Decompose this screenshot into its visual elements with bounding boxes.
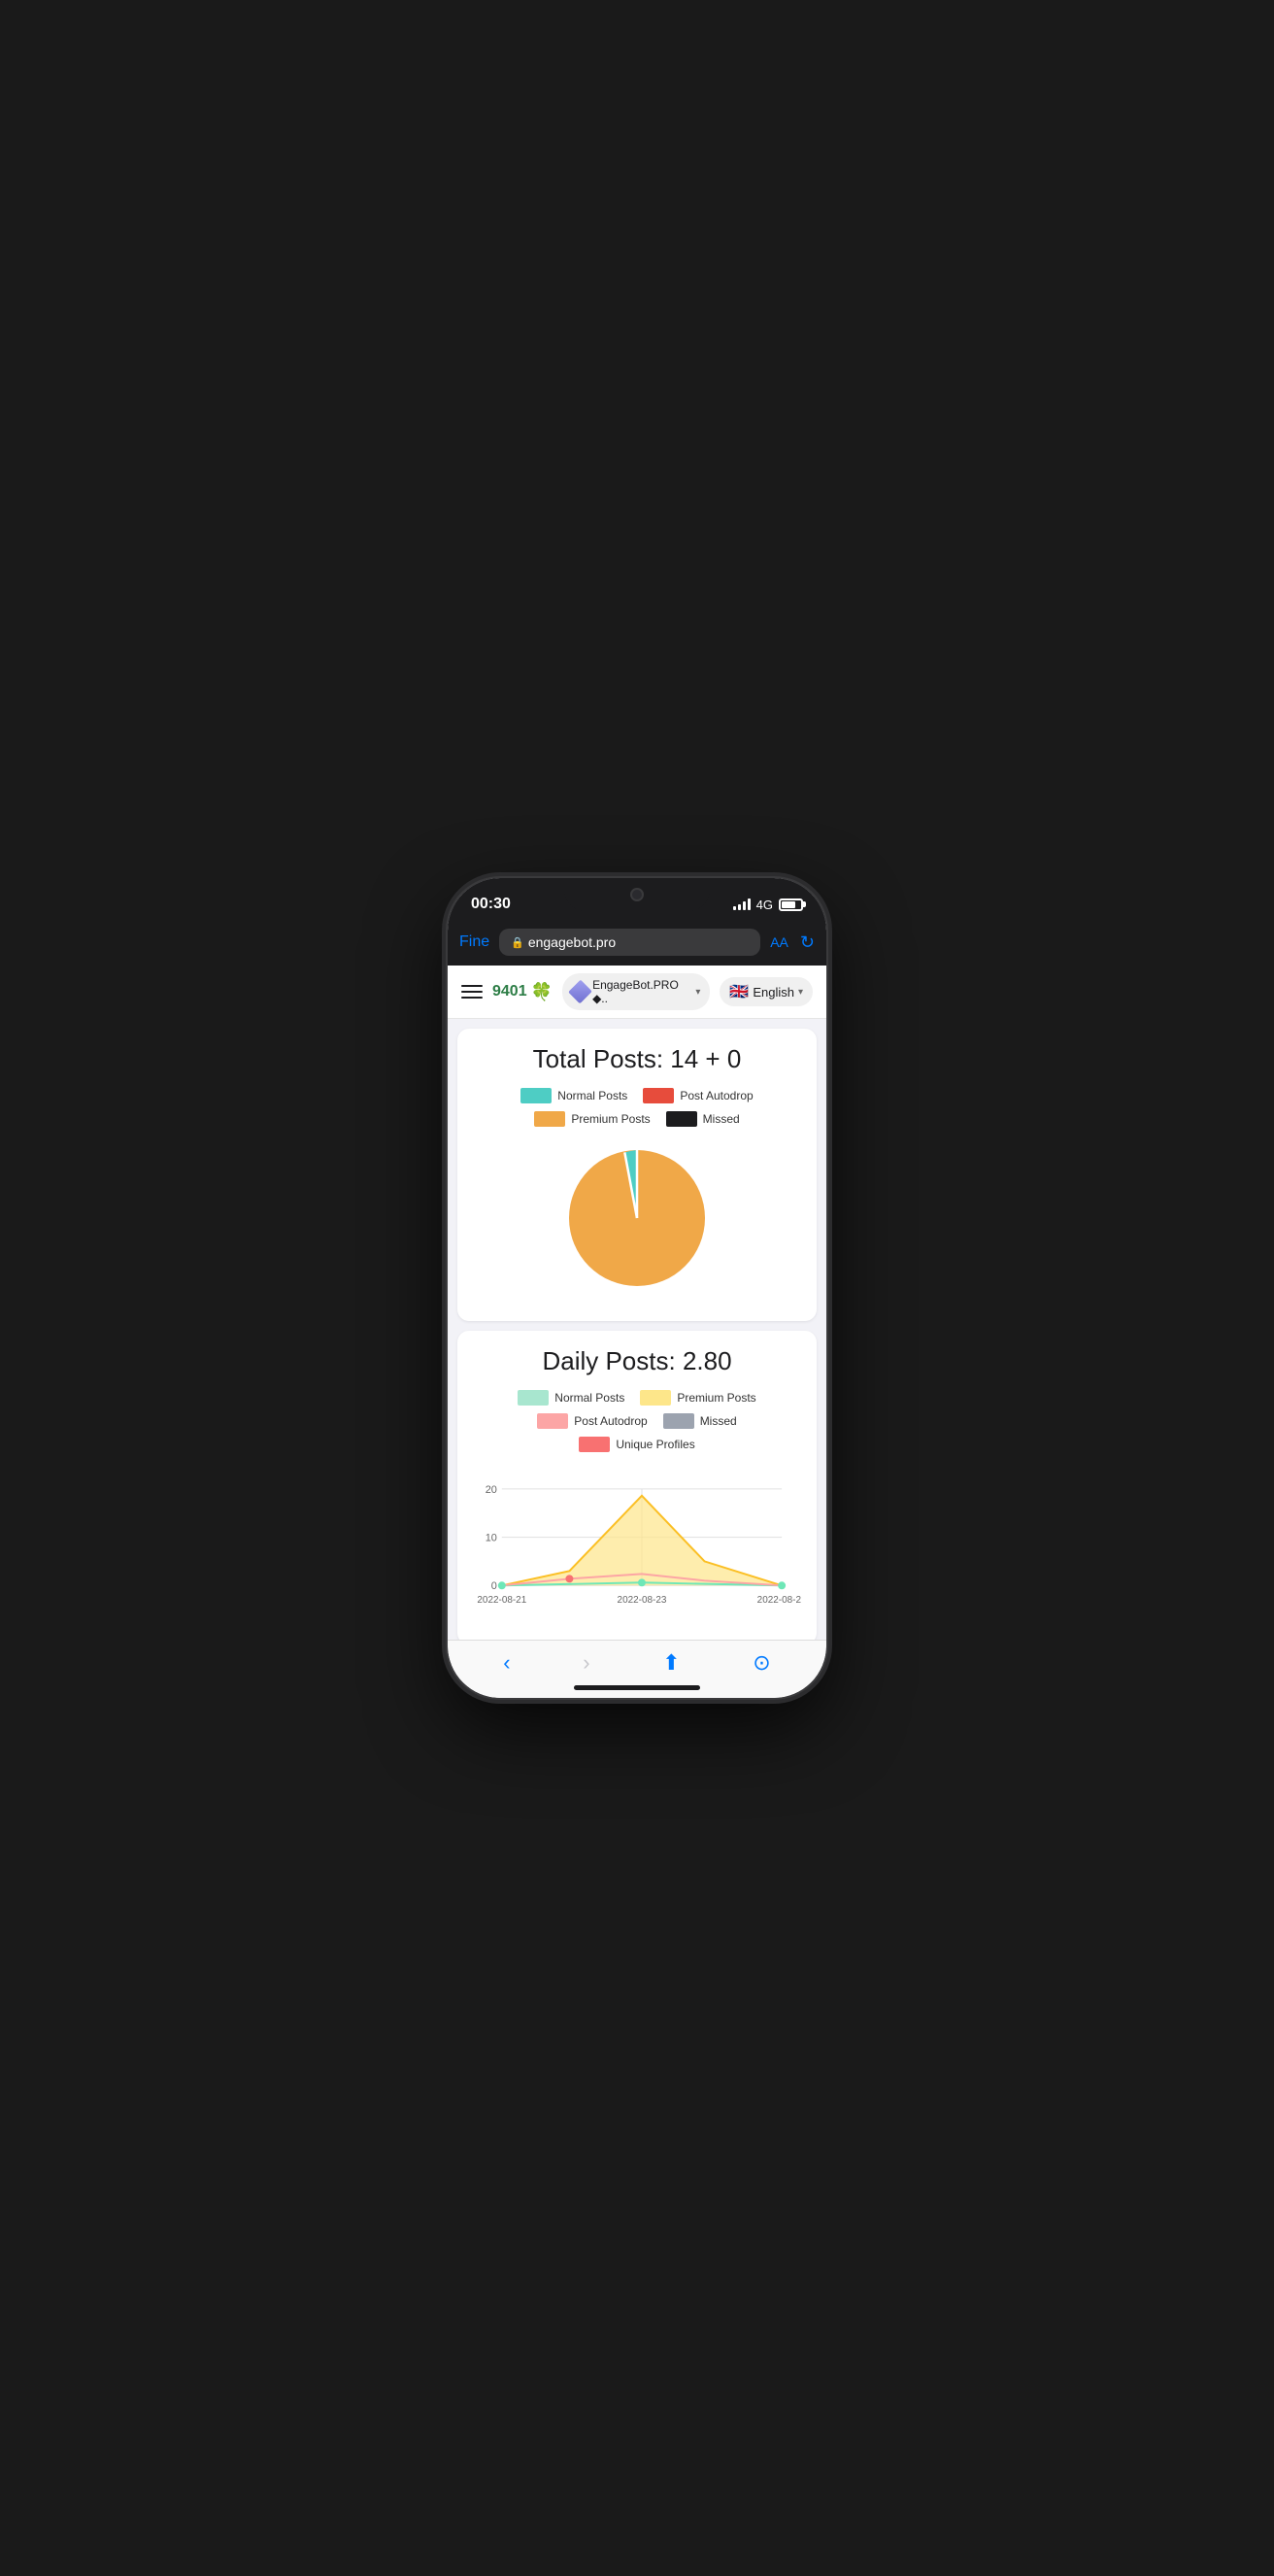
legend-normal-posts: Normal Posts [520,1088,627,1103]
lock-icon: 🔒 [511,936,524,949]
legend-daily-autodrop-label: Post Autodrop [574,1414,647,1428]
legend-missed: Missed [666,1111,740,1127]
nav-share-button[interactable]: ⬆ [662,1650,680,1676]
legend-daily-missed-color [663,1413,694,1429]
browser-url-text: engagebot.pro [528,934,616,950]
bottom-nav: ‹ › ⬆ ⊙ [448,1640,826,1681]
legend-autodrop-color [643,1088,674,1103]
total-posts-card: Total Posts: 14 + 0 Normal Posts Post Au… [457,1029,817,1321]
nav-forward-button[interactable]: › [583,1650,589,1676]
coins-value: 9401 [492,983,527,1000]
svg-text:20: 20 [486,1484,497,1496]
flag-icon: 🇬🇧 [729,982,749,1001]
svg-text:2022-08-25: 2022-08-25 [757,1595,801,1606]
phone-frame: 00:30 4G Fine 🔒 engagebot.pro AA ↻ [448,878,826,1698]
signal-bars-icon [733,898,751,910]
legend-daily-premium-color [640,1390,671,1406]
site-selector-label: EngageBot.PRO ◆.. [592,978,691,1005]
legend-premium: Premium Posts [534,1111,650,1127]
svg-text:2022-08-21: 2022-08-21 [477,1595,526,1606]
nav-compass-button[interactable]: ⊙ [753,1650,770,1676]
pie-chart [559,1140,715,1296]
legend-daily-normal: Normal Posts [518,1390,624,1406]
legend-daily-autodrop-color [537,1413,568,1429]
network-label: 4G [756,898,773,912]
daily-chart: 20 10 0 [473,1470,801,1624]
legend-daily-unique-label: Unique Profiles [616,1438,694,1451]
phone-camera [630,888,644,901]
legend-daily-missed: Missed [663,1413,737,1429]
total-posts-legend: Normal Posts Post Autodrop Premium Posts… [473,1088,801,1127]
logo-diamond-icon [568,980,592,1004]
legend-daily-normal-color [518,1390,549,1406]
legend-premium-label: Premium Posts [571,1112,650,1126]
battery-icon [779,898,803,911]
daily-legend: Normal Posts Premium Posts Post Autodrop… [473,1390,801,1452]
browser-bar: Fine 🔒 engagebot.pro AA ↻ [448,921,826,966]
legend-daily-unique: Unique Profiles [579,1437,694,1452]
daily-posts-title: Daily Posts: 2.80 [473,1346,801,1376]
browser-refresh-button[interactable]: ↻ [800,932,815,953]
legend-autodrop: Post Autodrop [643,1088,753,1103]
browser-aa-button[interactable]: AA [770,934,788,950]
chevron-down-icon: ▾ [695,987,700,998]
browser-back-button[interactable]: Fine [459,933,489,951]
language-selector[interactable]: 🇬🇧 English ▾ [720,977,813,1006]
legend-normal-label: Normal Posts [557,1089,627,1102]
phone-screen: 00:30 4G Fine 🔒 engagebot.pro AA ↻ [448,878,826,1698]
status-time: 00:30 [471,896,511,913]
legend-daily-autodrop: Post Autodrop [537,1413,647,1429]
legend-missed-color [666,1111,697,1127]
phone-notch [564,878,710,911]
legend-missed-label: Missed [703,1112,740,1126]
coin-icon: 🍀 [531,982,553,1002]
site-selector-dropdown[interactable]: EngageBot.PRO ◆.. ▾ [562,973,710,1010]
svg-text:10: 10 [486,1533,497,1544]
svg-text:0: 0 [491,1580,497,1592]
browser-actions: AA ↻ [770,932,815,953]
legend-daily-normal-label: Normal Posts [554,1391,624,1405]
svg-text:2022-08-23: 2022-08-23 [618,1595,667,1606]
hamburger-menu-button[interactable] [461,985,483,999]
total-posts-title: Total Posts: 14 + 0 [473,1044,801,1074]
coins-display: 9401 🍀 [492,982,553,1002]
legend-daily-premium-label: Premium Posts [677,1391,755,1405]
legend-daily-unique-color [579,1437,610,1452]
pie-chart-container [473,1140,801,1296]
status-icons: 4G [733,898,803,912]
nav-back-button[interactable]: ‹ [503,1650,510,1676]
home-indicator [448,1681,826,1698]
legend-autodrop-label: Post Autodrop [680,1089,753,1102]
language-label: English [753,985,794,1000]
lang-chevron-icon: ▾ [798,987,803,998]
content-area[interactable]: Total Posts: 14 + 0 Normal Posts Post Au… [448,1019,826,1640]
browser-url-bar[interactable]: 🔒 engagebot.pro [499,929,760,956]
nav-bar: 9401 🍀 EngageBot.PRO ◆.. ▾ 🇬🇧 English ▾ [448,966,826,1019]
home-indicator-bar [574,1685,700,1690]
legend-premium-color [534,1111,565,1127]
legend-daily-premium: Premium Posts [640,1390,755,1406]
legend-normal-color [520,1088,552,1103]
daily-posts-card: Daily Posts: 2.80 Normal Posts Premium P… [457,1331,817,1640]
legend-daily-missed-label: Missed [700,1414,737,1428]
